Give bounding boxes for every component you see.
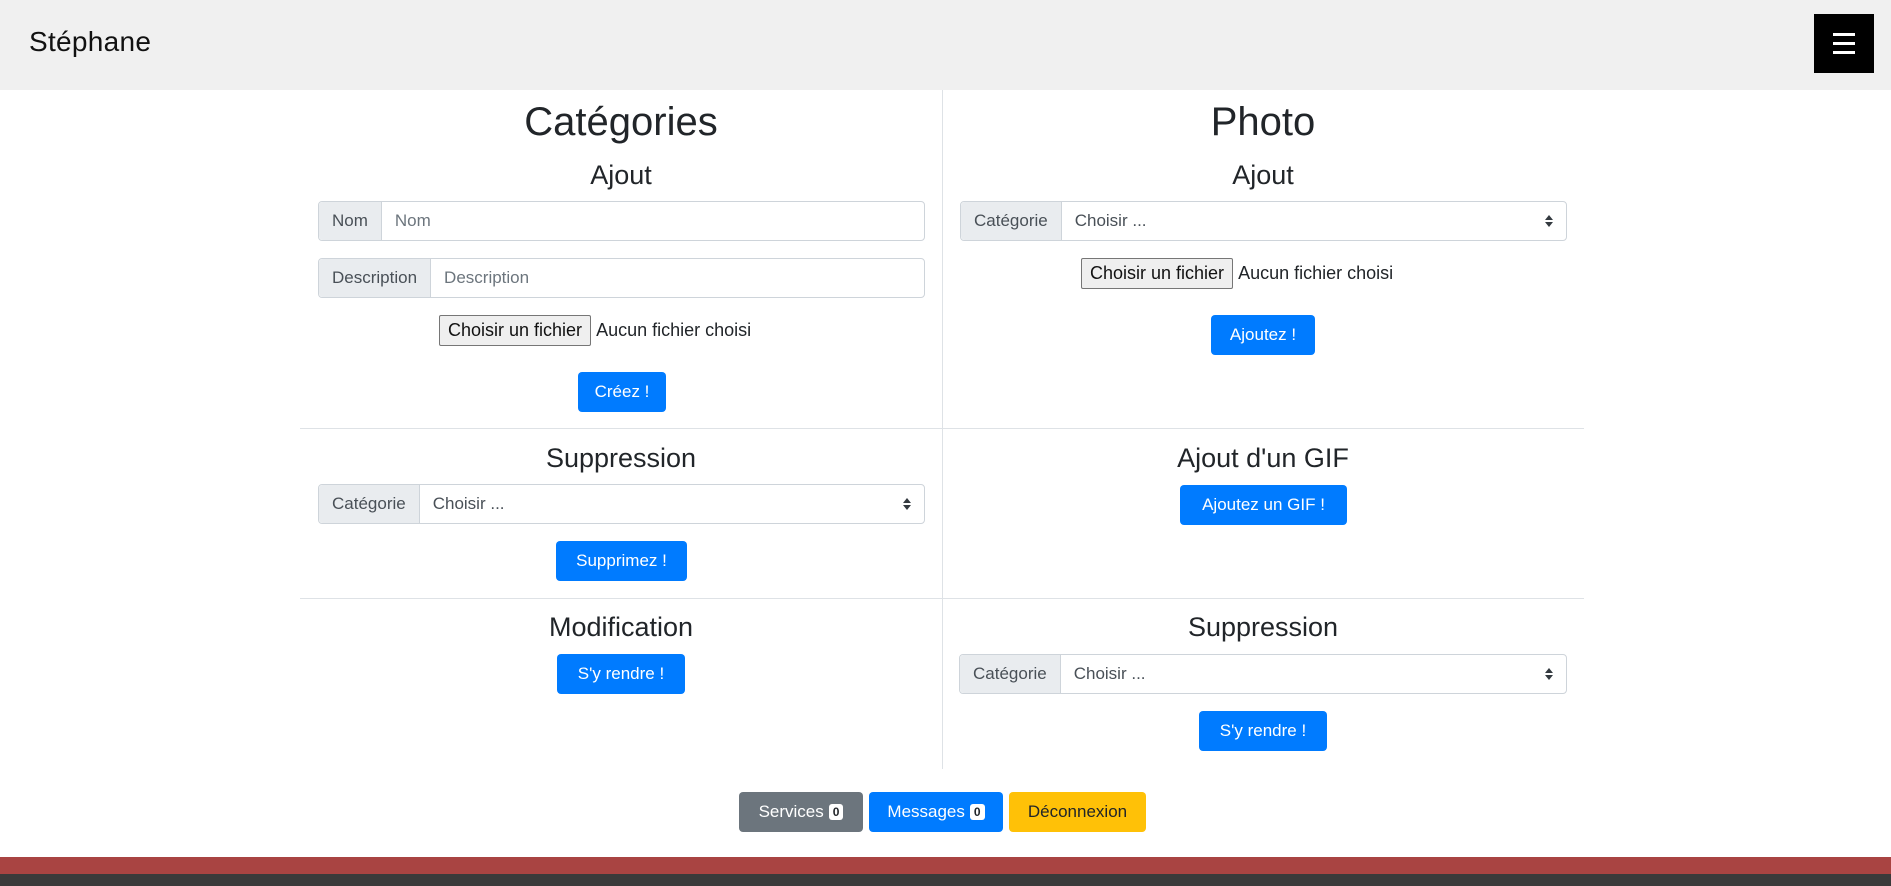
photo-delete-group: Catégorie Choisir ...: [959, 654, 1567, 694]
photo-add-title: Ajout: [1232, 160, 1294, 190]
photo-title: Photo: [1210, 100, 1316, 144]
category-name-label: Nom: [319, 202, 382, 240]
column-divider: [942, 90, 943, 769]
photo-category-group: Catégorie Choisir ...: [960, 201, 1567, 241]
categories-add-title: Ajout: [590, 160, 652, 190]
photo-delete-label: Catégorie: [960, 655, 1061, 693]
select-arrows-icon: [1545, 215, 1553, 227]
messages-count-badge: 0: [969, 804, 985, 820]
category-file-choose-button[interactable]: Choisir un fichier: [439, 315, 592, 346]
category-file-input: Choisir un fichier Aucun fichier choisi: [439, 315, 751, 346]
category-description-label: Description: [319, 259, 432, 297]
delete-photo-button[interactable]: S'y rendre !: [1199, 711, 1327, 751]
add-photo-button[interactable]: Ajoutez !: [1211, 315, 1315, 355]
photo-file-choose-button[interactable]: Choisir un fichier: [1081, 258, 1234, 289]
messages-label: Messages: [887, 802, 965, 821]
photo-category-select[interactable]: Choisir ...: [1062, 202, 1566, 240]
category-delete-label: Catégorie: [319, 485, 420, 523]
photo-file-status: Aucun fichier choisi: [1238, 263, 1394, 283]
category-delete-select[interactable]: Choisir ...: [420, 485, 924, 523]
category-description-group: Description: [318, 258, 925, 298]
row-divider: [300, 428, 1584, 429]
categories-modify-title: Modification: [548, 612, 694, 642]
services-label: Services: [758, 802, 824, 821]
create-category-button[interactable]: Créez !: [578, 372, 666, 412]
photo-delete-select-value: Choisir ...: [1073, 664, 1146, 683]
photo-delete-title: Suppression: [1187, 612, 1339, 642]
hamburger-menu-icon[interactable]: [1814, 14, 1874, 73]
category-delete-group: Catégorie Choisir ...: [318, 484, 925, 524]
brand-name[interactable]: Stéphane: [29, 26, 151, 58]
photo-category-select-value: Choisir ...: [1074, 211, 1147, 230]
gif-add-title: Ajout d'un GIF: [1177, 443, 1349, 473]
category-file-status: Aucun fichier choisi: [596, 320, 752, 340]
categories-delete-title: Suppression: [545, 443, 697, 473]
services-button[interactable]: Services 0: [739, 792, 863, 832]
select-arrows-icon: [903, 498, 911, 510]
select-arrows-icon: [1545, 668, 1553, 680]
services-count-badge: 0: [828, 804, 844, 820]
category-name-input[interactable]: [381, 202, 924, 240]
photo-category-label: Catégorie: [961, 202, 1062, 240]
category-name-group: Nom: [318, 201, 925, 241]
categories-title: Catégories: [524, 100, 718, 144]
add-gif-button[interactable]: Ajoutez un GIF !: [1180, 485, 1347, 525]
row-divider: [300, 598, 1584, 599]
top-navbar: Stéphane: [0, 0, 1891, 90]
category-delete-select-value: Choisir ...: [432, 494, 505, 513]
messages-button[interactable]: Messages 0: [869, 792, 1003, 832]
footer-bar: [0, 874, 1891, 886]
photo-delete-select[interactable]: Choisir ...: [1061, 655, 1566, 693]
delete-category-button[interactable]: Supprimez !: [556, 541, 687, 581]
photo-file-input: Choisir un fichier Aucun fichier choisi: [1081, 258, 1393, 289]
category-description-input[interactable]: [431, 259, 924, 297]
footer-accent-bar: [0, 857, 1891, 874]
logout-button[interactable]: Déconnexion: [1009, 792, 1146, 832]
modify-category-button[interactable]: S'y rendre !: [557, 654, 685, 694]
